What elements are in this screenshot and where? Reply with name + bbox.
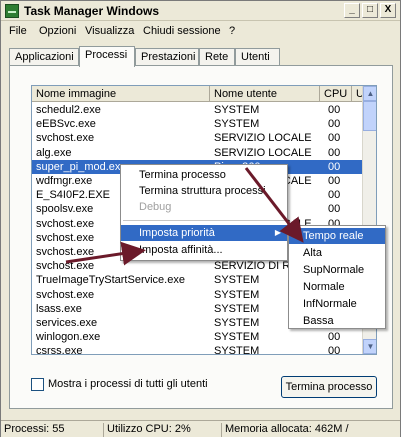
column-header-name[interactable]: Nome immagine: [32, 86, 210, 102]
ctx-termina-struttura-label: Termina struttura processi: [139, 185, 266, 197]
process-row[interactable]: alg.exe SERVIZIO LOCALE 00: [32, 146, 362, 160]
process-name: lsass.exe: [36, 302, 82, 315]
priority-tempo-reale[interactable]: Tempo reale: [289, 228, 385, 244]
scroll-down-icon[interactable]: ▼: [363, 339, 376, 354]
column-header-user[interactable]: Nome utente: [210, 86, 320, 102]
process-cpu: 00: [328, 160, 341, 173]
tab-rete[interactable]: Rete: [199, 48, 235, 66]
process-row[interactable]: csrss.exe SYSTEM 00: [32, 344, 362, 355]
list-header: Nome immagine Nome utente CPU U: [32, 86, 364, 102]
process-name: winlogon.exe: [36, 331, 101, 344]
priority-submenu: Tempo reale Alta SupNormale Normale InfN…: [288, 225, 386, 329]
tab-prestazioni[interactable]: Prestazioni: [135, 48, 199, 66]
process-cpu: 00: [328, 345, 341, 355]
process-name: eEBSvc.exe: [36, 118, 96, 131]
close-button[interactable]: X: [380, 3, 396, 18]
ctx-imposta-affinita[interactable]: Imposta affinità...: [121, 242, 287, 258]
process-row[interactable]: schedul2.exe SYSTEM 00: [32, 103, 362, 117]
process-user: SYSTEM: [214, 331, 260, 344]
task-manager-icon: [5, 4, 19, 18]
process-cpu: 00: [328, 331, 341, 344]
process-row[interactable]: eEBSvc.exe SYSTEM 00: [32, 117, 362, 131]
process-row[interactable]: winlogon.exe SYSTEM 00: [32, 330, 362, 344]
process-cpu: 00: [328, 146, 341, 159]
priority-alta[interactable]: Alta: [289, 245, 385, 261]
priority-bassa[interactable]: Bassa: [289, 313, 385, 329]
title-bar[interactable]: Task Manager Windows _ □ X: [1, 1, 400, 21]
window-title: Task Manager Windows: [24, 4, 160, 18]
tab-utenti[interactable]: Utenti: [235, 48, 280, 66]
menu-file[interactable]: File: [9, 25, 27, 37]
maximize-button[interactable]: □: [362, 3, 378, 18]
process-name: svchost.exe: [36, 288, 95, 301]
column-header-cpu[interactable]: CPU: [320, 86, 352, 102]
process-user: SYSTEM: [214, 345, 260, 355]
process-row[interactable]: svchost.exe SERVIZIO LOCALE 00: [32, 131, 362, 145]
process-name: svchost.exe: [36, 260, 95, 273]
ctx-separator: [123, 220, 285, 221]
process-name: svchost.exe: [36, 132, 95, 145]
process-cpu: 00: [328, 189, 341, 202]
process-name: csrss.exe: [36, 345, 83, 355]
show-all-users-label: Mostra i processi di tutti gli utenti: [48, 378, 208, 390]
process-cpu: 00: [328, 203, 341, 216]
ctx-imposta-priorita-label: Imposta priorità: [139, 227, 215, 239]
process-name: services.exe: [36, 317, 98, 329]
process-context-menu: Termina processo Termina struttura proce…: [120, 164, 288, 261]
status-bar: Processi: 55 Utilizzo CPU: 2% Memoria al…: [1, 420, 400, 437]
process-cpu: 00: [328, 104, 341, 116]
ctx-termina-processo-label: Termina processo: [139, 169, 226, 181]
priority-supnormale[interactable]: SupNormale: [289, 262, 385, 278]
minimize-button[interactable]: _: [344, 3, 360, 18]
process-name: alg.exe: [36, 146, 72, 159]
end-process-button[interactable]: Termina processo: [281, 376, 377, 398]
menu-help[interactable]: ?: [229, 25, 235, 37]
menu-chiudi-sessione[interactable]: Chiudi sessione: [143, 25, 221, 37]
process-name: TrueImageTryStartService.exe: [36, 274, 185, 287]
ctx-debug: Debug: [121, 199, 287, 215]
process-name: schedul2.exe: [36, 104, 101, 116]
process-cpu: 00: [328, 118, 341, 131]
scroll-thumb[interactable]: [363, 101, 376, 131]
process-user: SERVIZIO LOCALE: [214, 146, 312, 159]
process-cpu: 00: [328, 132, 341, 145]
menu-bar: File Opzioni Visualizza Chiudi sessione …: [1, 22, 400, 40]
menu-visualizza[interactable]: Visualizza: [85, 25, 134, 37]
process-cpu: 00: [328, 175, 341, 187]
priority-infnormale[interactable]: InfNormale: [289, 296, 385, 312]
scroll-up-icon[interactable]: ▲: [363, 86, 376, 101]
ctx-debug-label: Debug: [139, 201, 172, 213]
submenu-arrow-icon: ▶: [274, 228, 281, 237]
status-cpu: Utilizzo CPU: 2%: [103, 423, 219, 437]
process-user: SYSTEM: [214, 104, 260, 116]
process-user: SYSTEM: [214, 118, 260, 131]
tab-applicazioni[interactable]: Applicazioni: [9, 48, 79, 66]
ctx-imposta-priorita[interactable]: Imposta priorità ▶: [121, 225, 287, 241]
tab-processi[interactable]: Processi: [79, 46, 135, 67]
menu-opzioni[interactable]: Opzioni: [39, 25, 76, 37]
priority-normale[interactable]: Normale: [289, 279, 385, 295]
process-user: SERVIZIO LOCALE: [214, 132, 312, 145]
status-memory: Memoria allocata: 462M /: [221, 423, 401, 437]
ctx-termina-struttura[interactable]: Termina struttura processi: [121, 183, 287, 199]
ctx-imposta-affinita-label: Imposta affinità...: [139, 244, 223, 256]
status-processes: Processi: 55: [4, 423, 65, 435]
show-all-users-checkbox[interactable]: [31, 378, 44, 391]
ctx-termina-processo[interactable]: Termina processo: [121, 167, 287, 183]
